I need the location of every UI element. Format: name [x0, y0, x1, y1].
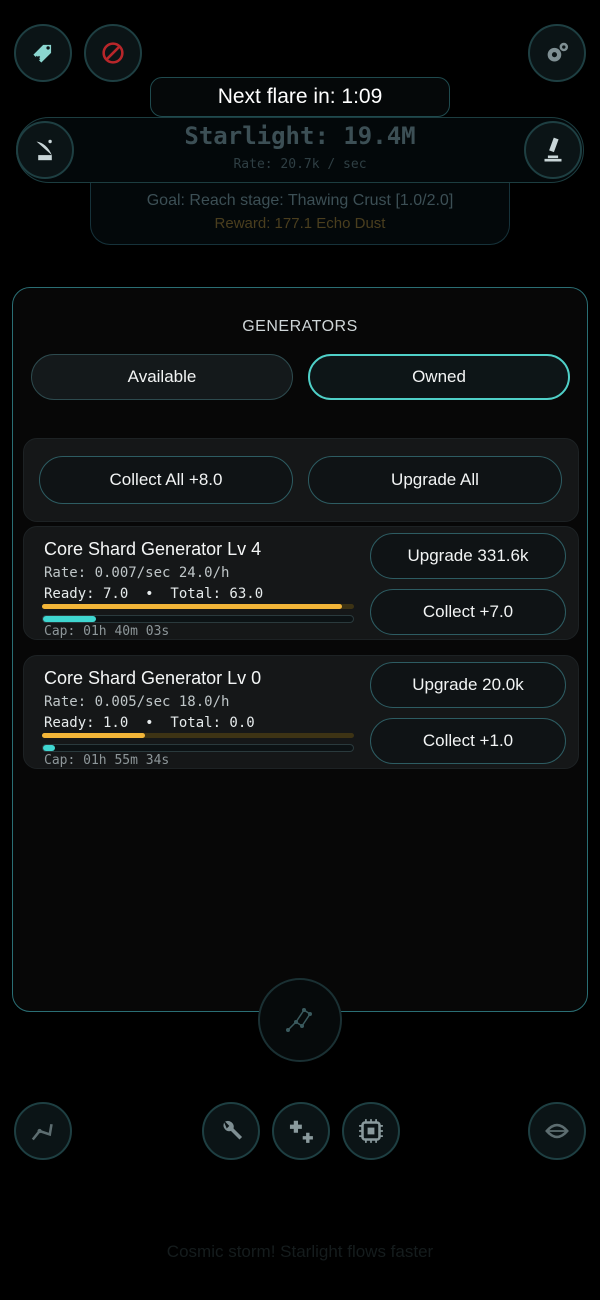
generator-name: Core Shard Generator Lv 0 [44, 668, 262, 688]
reward-text: Reward: 177.1 Echo Dust [214, 215, 386, 232]
collect-all-button[interactable]: Collect All +8.0 [39, 456, 293, 504]
upgrade-all-button[interactable]: Upgrade All [308, 456, 562, 504]
upgrade-button[interactable]: Upgrade 331.6k [370, 533, 566, 579]
cap-progress-bar [42, 744, 354, 752]
ready-progress-bar [42, 733, 354, 738]
ready-progress-fill [42, 604, 342, 609]
leaf-icon [545, 1123, 569, 1139]
chip-icon [359, 1119, 383, 1143]
cap-progress-bar [42, 615, 354, 623]
microscope-icon [544, 137, 562, 162]
tag-icon [32, 44, 52, 64]
upgrade-button[interactable]: Upgrade 20.0k [370, 662, 566, 708]
ready-progress-fill [42, 733, 145, 738]
generator-card: Core Shard Generator Lv 4 Rate: 0.007/se… [23, 526, 579, 640]
nature-button[interactable] [528, 1102, 586, 1160]
constellation-icon [286, 1008, 312, 1032]
generators-panel: GENERATORS Available Owned Collect All +… [12, 287, 588, 1012]
satellite-dish-icon [36, 139, 52, 161]
cap-progress-fill [43, 616, 96, 622]
goal-text: Goal: Reach stage: Thawing Crust [1.0/2.… [146, 192, 454, 209]
forbidden-icon [102, 42, 124, 64]
generator-cap: Cap: 01h 40m 03s [44, 624, 170, 639]
tab-available[interactable]: Available [31, 354, 293, 400]
constellation-button[interactable] [258, 978, 342, 1062]
wrench-icon [223, 1120, 243, 1140]
bulk-actions-row: Collect All +8.0 Upgrade All [23, 438, 579, 522]
gears-icon [547, 42, 569, 62]
generator-rate: Rate: 0.007/sec 24.0/h [44, 565, 230, 581]
add-button[interactable] [272, 1102, 330, 1160]
research-button[interactable] [524, 121, 582, 179]
tag-button[interactable] [14, 24, 72, 82]
wrench-button[interactable] [202, 1102, 260, 1160]
generator-name: Core Shard Generator Lv 4 [44, 539, 262, 559]
ready-progress-bar [42, 604, 354, 609]
generator-card: Core Shard Generator Lv 0 Rate: 0.005/se… [23, 655, 579, 769]
collect-button[interactable]: Collect +1.0 [370, 718, 566, 764]
forbidden-button[interactable] [84, 24, 142, 82]
plus-icon [289, 1120, 313, 1143]
settings-button[interactable] [528, 24, 586, 82]
generator-rate: Rate: 0.005/sec 18.0/h [44, 694, 230, 710]
generator-cap: Cap: 01h 55m 34s [44, 753, 170, 768]
tab-owned[interactable]: Owned [308, 354, 570, 400]
collect-button[interactable]: Collect +7.0 [370, 589, 566, 635]
robot-arm-button[interactable] [14, 1102, 72, 1160]
satellite-button[interactable] [16, 121, 74, 179]
panel-title: GENERATORS [242, 318, 358, 335]
chip-button[interactable] [342, 1102, 400, 1160]
cap-progress-fill [43, 745, 56, 751]
starlight-total: Starlight: 19.4M [184, 122, 416, 150]
robot-arm-icon [31, 1123, 53, 1141]
generator-ready: Ready: 1.0 • Total: 0.0 [44, 715, 255, 731]
generator-ready: Ready: 7.0 • Total: 63.0 [44, 586, 264, 602]
starlight-rate: Rate: 20.7k / sec [233, 157, 367, 172]
flare-timer: Next flare in: 1:09 [150, 77, 450, 117]
event-hint-text: Cosmic storm! Starlight flows faster [166, 1242, 434, 1261]
